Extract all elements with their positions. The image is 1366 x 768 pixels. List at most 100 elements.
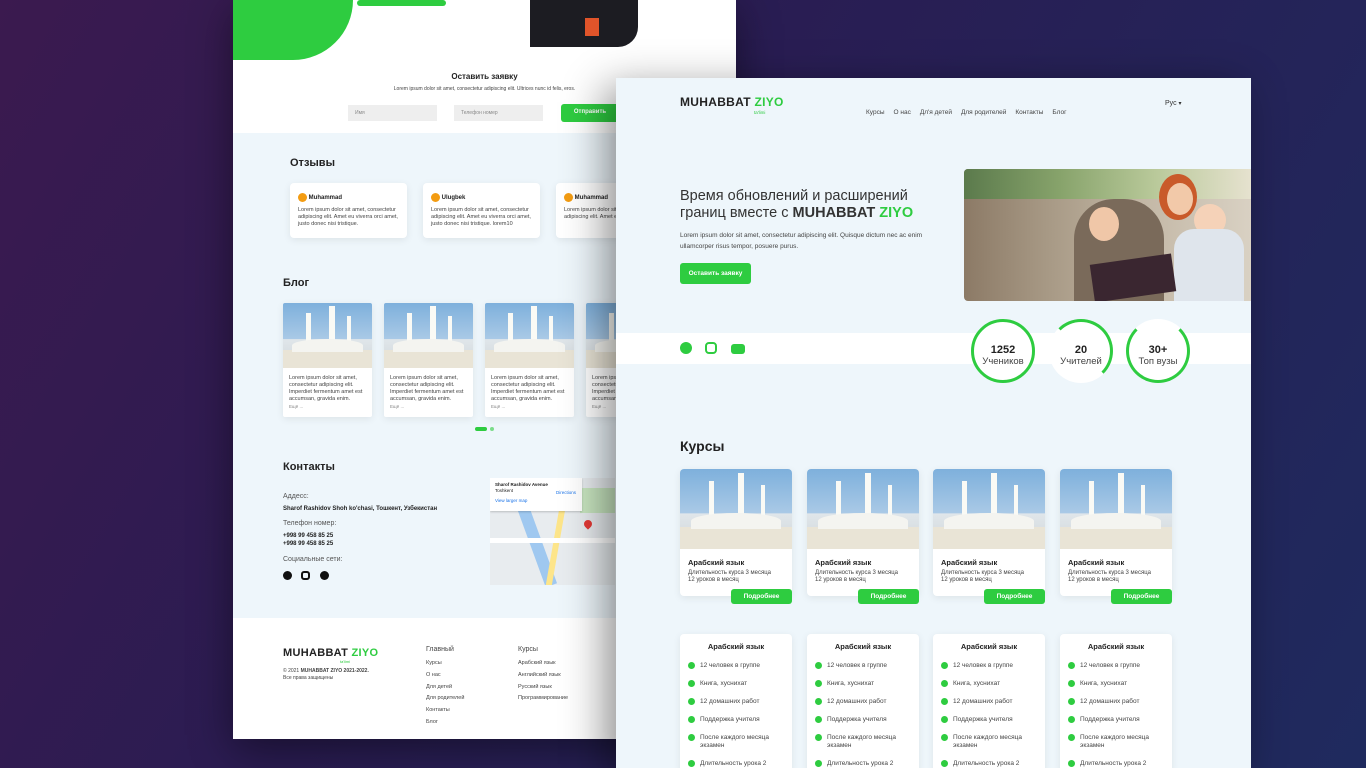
avatar: [298, 193, 307, 202]
plan-feature: Поддержка учителя: [1068, 716, 1164, 724]
plan-feature: Книга, хусниxат: [1068, 680, 1164, 688]
course-more-button[interactable]: Подробнее: [984, 589, 1045, 604]
footer-link[interactable]: Курсы: [426, 660, 464, 666]
footer-logo[interactable]: MUHABBAT ZIYO: [283, 647, 378, 659]
blog-more-link[interactable]: Eщё ...: [289, 403, 303, 410]
nav-item[interactable]: Дл'я детей: [920, 109, 952, 116]
course-card[interactable]: Арабский язык Длительность курса 3 месяца…: [1060, 469, 1172, 596]
plan-feature: 12 человек в группе: [688, 662, 784, 670]
plan-feature: После каждого месяца экзамен: [815, 734, 911, 750]
plan-feature: После каждого месяца экзамен: [941, 734, 1037, 750]
course-more-button[interactable]: Подробнее: [731, 589, 792, 604]
slider-dot-active[interactable]: [475, 427, 487, 431]
check-icon: [688, 760, 695, 767]
footer-link[interactable]: Арабский язык: [518, 660, 568, 666]
review-name: Muhammad: [574, 195, 609, 202]
check-icon: [688, 680, 695, 687]
telegram-icon[interactable]: [680, 342, 692, 354]
youtube-icon[interactable]: [730, 344, 745, 354]
blog-more-link[interactable]: Eщё ...: [390, 403, 404, 410]
check-icon: [941, 698, 948, 705]
plan-title: Арабский язык: [834, 642, 892, 651]
footer-link[interactable]: Блог: [426, 719, 464, 725]
chevron-down-icon: ▾: [1178, 101, 1182, 107]
check-icon: [941, 734, 948, 741]
check-icon: [1068, 760, 1075, 767]
nav-item[interactable]: Контакты: [1015, 109, 1043, 116]
nav-item[interactable]: Курсы: [866, 109, 885, 116]
footer-copyright: © 2021 MUHABBAT ZIYO 2021-2022.: [283, 668, 369, 674]
plan-feature: После каждого месяца экзамен: [688, 734, 784, 750]
language-select[interactable]: Рус ▾: [1165, 100, 1182, 107]
instagram-icon[interactable]: [301, 571, 311, 580]
slider-dot[interactable]: [490, 427, 494, 431]
reviews-title: Отзывы: [290, 157, 335, 169]
course-image: [1060, 469, 1172, 549]
blog-title: Блог: [283, 277, 310, 289]
course-image: [933, 469, 1045, 549]
submit-button[interactable]: Отправить: [561, 104, 619, 122]
hero-green-shape: [233, 0, 353, 60]
footer-link[interactable]: Контакты: [426, 707, 464, 713]
footer-link[interactable]: Программирование: [518, 695, 568, 701]
check-icon: [815, 680, 822, 687]
nav-item[interactable]: О нас: [894, 109, 911, 116]
blog-card[interactable]: Lorem ipsum dolor sit amet, consectetur …: [384, 303, 473, 417]
header-logo-sub: ta'limi: [754, 110, 766, 115]
hero-title: Время обновлений и расширений границ вме…: [680, 188, 914, 221]
course-title: Арабский язык: [688, 558, 745, 567]
phone-input[interactable]: Телефон номер: [454, 105, 543, 121]
review-text: Lorem ipsum dolor sit amet, consectetur …: [298, 207, 398, 227]
hero-apply-button[interactable]: Оставить заявку: [680, 263, 751, 284]
facebook-icon[interactable]: [319, 571, 329, 580]
map-larger-link[interactable]: View larger map: [495, 498, 577, 504]
blog-more-link[interactable]: Eщё ...: [592, 403, 606, 410]
stat-universities: 30+ Топ вузы: [1126, 319, 1190, 383]
nav-item[interactable]: Блог: [1052, 109, 1066, 116]
telegram-icon[interactable]: [283, 571, 292, 580]
course-more-button[interactable]: Подробнее: [1111, 589, 1172, 604]
blog-text: Lorem ipsum dolor sit amet, consectetur …: [390, 375, 464, 402]
course-image: [807, 469, 919, 549]
blog-card[interactable]: Lorem ipsum dolor sit amet, consectetur …: [485, 303, 574, 417]
footer-link[interactable]: О нас: [426, 672, 464, 678]
blog-image: [384, 303, 473, 368]
phone-value[interactable]: +998 99 458 85 25: [283, 533, 333, 539]
footer-link[interactable]: Английский язык: [518, 672, 568, 678]
check-icon: [941, 680, 948, 687]
course-title: Арабский язык: [1068, 558, 1125, 567]
blog-more-link[interactable]: Eщё ...: [491, 403, 505, 410]
name-input[interactable]: Имя: [348, 105, 437, 121]
course-card[interactable]: Арабский язык Длительность курса 3 месяца…: [933, 469, 1045, 596]
phone-value[interactable]: +998 99 458 85 25: [283, 541, 333, 547]
review-text: Lorem ipsum dolor sit amet, consectetur …: [431, 207, 531, 227]
review-name: Ulugbek: [441, 195, 466, 202]
hero-text: Lorem ipsum dolor sit amet, consectetur …: [680, 232, 923, 250]
courses-title: Курсы: [680, 438, 725, 454]
course-card[interactable]: Арабский язык Длительность курса 3 месяца…: [680, 469, 792, 596]
blog-card[interactable]: Lorem ipsum dolor sit amet, consectetur …: [283, 303, 372, 417]
map-directions-link[interactable]: Directions: [556, 490, 576, 496]
footer-link[interactable]: Для детей: [426, 684, 464, 690]
plan-card[interactable]: Арабский язык 12 человек в группе Книга, х…: [680, 634, 792, 768]
contacts-title: Контакты: [283, 461, 335, 473]
footer-link[interactable]: Русский язык: [518, 684, 568, 690]
nav-item[interactable]: Для родителей: [961, 109, 1006, 116]
footer-col2-title: Курсы: [518, 646, 538, 653]
course-text: Длительность курса 3 месяца 12 уроков в …: [941, 570, 1025, 583]
course-more-button[interactable]: Подробнее: [858, 589, 919, 604]
course-card[interactable]: Арабский язык Длительность курса 3 месяца…: [807, 469, 919, 596]
plan-card[interactable]: Арабский язык 12 человек в группе Книга, х…: [1060, 634, 1172, 768]
hero-button[interactable]: [357, 0, 446, 6]
plan-title: Арабский язык: [960, 642, 1018, 651]
instagram-icon[interactable]: [705, 342, 718, 354]
plan-card[interactable]: Арабский язык 12 человек в группе Книга, х…: [807, 634, 919, 768]
plan-feature: Длительность урока 2: [1068, 760, 1164, 768]
plan-card[interactable]: Арабский язык 12 человек в группе Книга, х…: [933, 634, 1045, 768]
footer-link[interactable]: Для родителей: [426, 695, 464, 701]
map[interactable]: Sharof Rashidov Avenue Toshkent View lar…: [490, 478, 615, 585]
header-logo[interactable]: MUHABBAT ZIYO: [680, 95, 784, 109]
map-pin-icon: [582, 518, 594, 530]
plan-feature: 12 человек в группе: [941, 662, 1037, 670]
front-page-preview: MUHABBAT ZIYO ta'limi Курсы О нас Дл'я дет…: [616, 78, 1251, 768]
